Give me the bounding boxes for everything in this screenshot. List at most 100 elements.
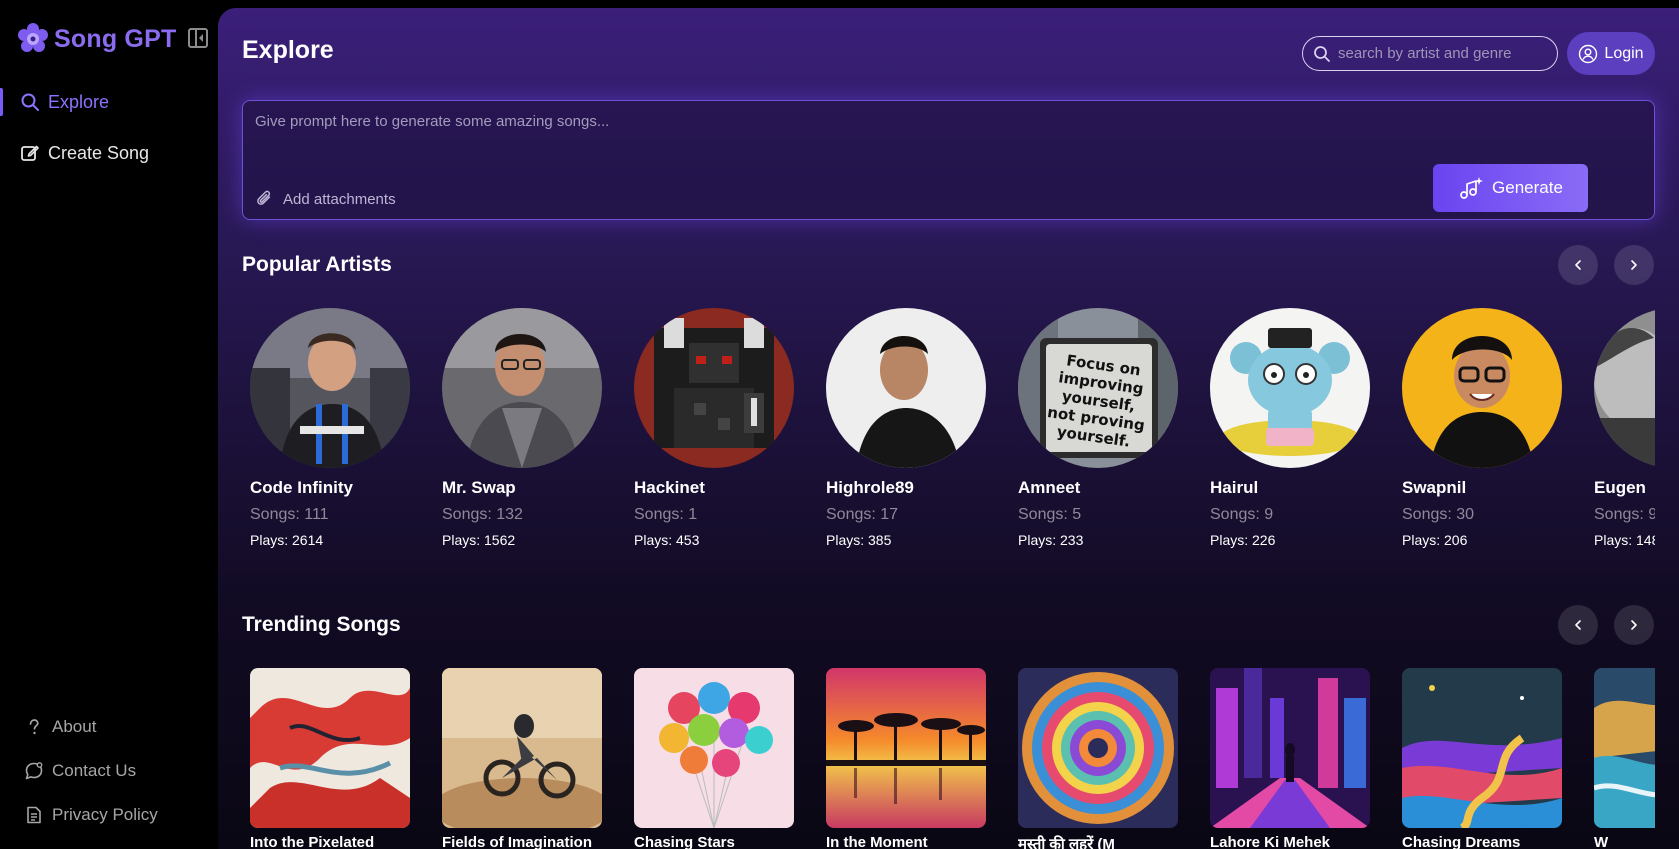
artist-songs-count: Songs: 17 [826, 506, 899, 523]
nav-item-label: Create Song [48, 142, 150, 163]
artist-songs-count: Songs: 9 [1210, 506, 1274, 523]
footer-link-label: Contact Us [52, 761, 137, 780]
edit-icon [21, 145, 39, 161]
artist-name: Code Infinity [250, 478, 353, 497]
artists-prev-button[interactable] [1558, 245, 1598, 285]
song-gpt-logo-icon [18, 23, 48, 52]
artist-name: Swapnil [1402, 478, 1467, 497]
prompt-input[interactable] [255, 113, 1355, 153]
artist-songs-count: Songs: 132 [442, 506, 523, 523]
song-card[interactable]: In the Moment [826, 668, 986, 849]
artist-avatar [250, 308, 410, 468]
login-label: Login [1604, 44, 1644, 62]
generate-button[interactable]: Generate [1433, 164, 1588, 212]
song-cover [826, 668, 986, 828]
app-window: Song GPT Explore Create Song About Conta… [0, 0, 1679, 849]
song-title: Chasing Dreams [1402, 834, 1521, 849]
document-icon [27, 806, 41, 824]
footer-link-label: About [52, 717, 97, 736]
artist-songs-count: Songs: 111 [250, 506, 329, 523]
song-title: मस्ती की लहरें (M [1018, 836, 1115, 849]
login-button[interactable]: Login [1567, 32, 1655, 75]
artist-name: Hackinet [634, 478, 705, 497]
artist-songs-count: Songs: 9 [1594, 506, 1655, 523]
popular-artists-title: Popular Artists [242, 253, 392, 276]
footer-link-label: Privacy Policy [52, 805, 158, 824]
artist-card[interactable]: Mr. Swap Songs: 132 Plays: 1562 [442, 308, 602, 548]
artist-plays-count: Plays: 453 [634, 532, 700, 548]
artist-card[interactable]: Eugen Songs: 9 Plays: 148 [1594, 308, 1655, 548]
artist-card[interactable]: Highrole89 Songs: 17 Plays: 385 [826, 308, 986, 548]
chevron-right-icon [1631, 260, 1637, 270]
song-title: Lahore Ki Mehek [1210, 834, 1331, 849]
nav-item-create-song[interactable]: Create Song [0, 138, 218, 168]
artist-songs-count: Songs: 30 [1402, 506, 1475, 523]
question-icon [29, 719, 39, 735]
collapse-sidebar-icon[interactable] [188, 28, 208, 48]
brand[interactable]: Song GPT [16, 22, 176, 56]
song-cover [442, 668, 602, 828]
song-title: Fields of Imagination [442, 834, 593, 849]
artist-songs-count: Songs: 1 [634, 506, 698, 523]
song-title: In the Moment [826, 834, 928, 849]
artist-songs-count: Songs: 5 [1018, 506, 1082, 523]
artist-plays-count: Plays: 148 [1594, 532, 1655, 548]
songs-prev-button[interactable] [1558, 605, 1598, 645]
artist-card[interactable]: Swapnil Songs: 30 Plays: 206 [1402, 308, 1562, 548]
artist-plays-count: Plays: 233 [1018, 532, 1084, 548]
search-bar[interactable] [1302, 36, 1558, 71]
chevron-right-icon [1631, 620, 1637, 630]
trending-songs-title: Trending Songs [242, 613, 401, 636]
artist-avatar [826, 308, 986, 468]
artists-next-button[interactable] [1614, 245, 1654, 285]
search-icon [1314, 45, 1330, 62]
trending-songs-carousel: Into the Pixelated Fields of Imagination [250, 668, 1655, 849]
chevron-left-icon [1575, 620, 1581, 630]
add-attachments-label: Add attachments [283, 190, 396, 208]
artist-card[interactable]: Hairul Songs: 9 Plays: 226 [1210, 308, 1370, 548]
song-card[interactable]: Fields of Imagination [442, 668, 602, 849]
song-card[interactable]: W [1594, 668, 1655, 849]
brand-name: Song GPT [54, 24, 177, 53]
artist-name: Highrole89 [826, 478, 914, 497]
nav-item-label: Explore [48, 91, 110, 112]
song-card[interactable]: Chasing Stars [634, 668, 794, 849]
artist-card[interactable]: Code Infinity Songs: 111 Plays: 2614 [250, 308, 410, 548]
artist-avatar [1402, 308, 1562, 468]
artist-avatar [442, 308, 602, 468]
popular-artists-carousel: Code Infinity Songs: 111 Plays: 2614 Mr.… [250, 308, 1655, 548]
main-panel: Explore Login Add attachments [218, 8, 1679, 849]
artist-avatar [634, 308, 794, 468]
page-title: Explore [242, 36, 334, 64]
artist-name: Eugen [1594, 478, 1646, 497]
song-card[interactable]: Chasing Dreams [1402, 668, 1562, 849]
nav-item-explore[interactable]: Explore [0, 87, 218, 117]
music-sparkle-icon [1460, 177, 1484, 199]
footer-link-contact[interactable]: Contact Us [24, 761, 136, 781]
paperclip-icon [257, 190, 271, 205]
search-icon [21, 93, 39, 111]
footer-link-about[interactable]: About [24, 717, 96, 737]
generate-label: Generate [1492, 178, 1563, 197]
artist-name: Hairul [1210, 478, 1259, 497]
song-title: Into the Pixelated [250, 834, 375, 849]
song-cover [250, 668, 410, 828]
song-title: W [1594, 834, 1609, 849]
artist-card[interactable]: Hackinet Songs: 1 Plays: 453 [634, 308, 794, 548]
song-cover [1210, 668, 1370, 828]
add-attachments-button[interactable]: Add attachments [255, 189, 396, 209]
song-cover [1594, 668, 1655, 828]
artist-card[interactable]: Focus on improving yourself, not proving… [1018, 308, 1178, 548]
footer-link-privacy[interactable]: Privacy Policy [24, 805, 158, 825]
artist-avatar [1210, 308, 1370, 468]
search-input[interactable] [1338, 45, 1548, 62]
artist-avatar: Focus on improving yourself, not proving… [1018, 308, 1178, 468]
song-card[interactable]: Lahore Ki Mehek [1210, 668, 1370, 849]
prompt-box: Add attachments Generate [242, 100, 1655, 220]
artist-name: Mr. Swap [442, 478, 516, 497]
artist-plays-count: Plays: 206 [1402, 532, 1468, 548]
song-card[interactable]: Into the Pixelated [250, 668, 410, 849]
songs-next-button[interactable] [1614, 605, 1654, 645]
song-card[interactable]: मस्ती की लहरें (M [1018, 668, 1178, 849]
artist-name: Amneet [1018, 478, 1081, 497]
